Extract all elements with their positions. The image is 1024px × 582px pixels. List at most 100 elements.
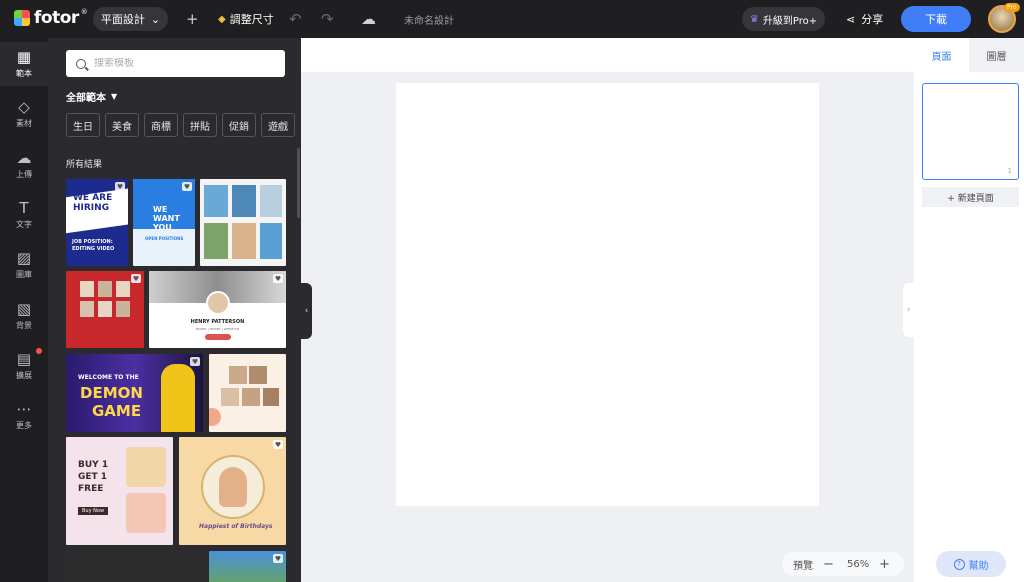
context-toolbar <box>301 38 914 72</box>
expand-right-panel-button[interactable]: › <box>903 283 914 337</box>
favorite-icon[interactable]: ♥ <box>190 357 200 366</box>
search-input[interactable] <box>94 58 264 69</box>
rail-item-background[interactable]: ▧ 背景 <box>0 294 48 338</box>
family-photo <box>263 388 279 406</box>
favorite-icon[interactable]: ♥ <box>273 440 283 449</box>
template-travel-collage[interactable] <box>200 179 286 266</box>
collage-photo <box>204 223 228 259</box>
cupcake-photo <box>126 447 166 487</box>
wall-photo <box>80 281 94 297</box>
zoom-out-button[interactable]: − <box>823 557 834 572</box>
favorite-icon[interactable]: ♥ <box>131 274 141 283</box>
rail-item-upload[interactable]: ☁ 上傳 <box>0 143 48 187</box>
download-button[interactable]: 下載 <box>901 6 971 32</box>
resize-button[interactable]: ◆ 調整尺寸 <box>218 11 274 27</box>
fotor-logo[interactable]: fotor ® <box>14 8 88 28</box>
logo-mark-icon <box>14 10 30 26</box>
wall-photo <box>80 301 94 317</box>
image-icon: ▨ <box>16 249 32 267</box>
panel-scrollbar[interactable] <box>297 148 300 218</box>
undo-icon[interactable]: ↶ <box>289 10 302 28</box>
family-photo <box>229 366 247 384</box>
chip-logo[interactable]: 商標 <box>144 113 178 137</box>
template-henry-patterson[interactable]: HENRY PATTERSON MODEL | TRAVEL | LIFESTY… <box>149 271 286 348</box>
cloud-save-icon[interactable]: ☁ <box>361 10 376 28</box>
page-thumbnail[interactable]: 1 <box>922 83 1019 180</box>
template-we-are-hiring[interactable]: WE ARE HIRING JOB POSITION: EDITING VIDE… <box>66 179 128 266</box>
chevron-left-icon: ‹ <box>304 306 309 316</box>
help-button[interactable]: ? 幫助 <box>936 551 1006 577</box>
preview-button[interactable]: 預覽 <box>793 557 813 572</box>
buy-line-1: BUY 1 <box>78 460 109 470</box>
buy-line-3: FREE <box>78 484 104 494</box>
chip-collage[interactable]: 拼貼 <box>183 113 217 137</box>
template-family-collage[interactable] <box>209 354 286 432</box>
rail-item-templates[interactable]: ▦ 範本 <box>0 42 48 86</box>
collapse-panel-button[interactable]: ‹ <box>301 283 312 339</box>
buy-now-label: Buy Now <box>78 507 109 515</box>
rail-label: 素材 <box>16 119 32 128</box>
redo-icon[interactable]: ↷ <box>321 10 334 28</box>
notification-dot <box>36 348 42 354</box>
want-title: WE WANT YOU <box>153 205 180 232</box>
left-rail: ▦ 範本 ◇ 素材 ☁ 上傳 T 文字 ▨ 圖庫 ▧ 背景 ▤ 擴展 ⋯ 更多 <box>0 38 48 582</box>
template-photo-wall[interactable]: ♥ <box>66 271 144 348</box>
design-type-dropdown[interactable]: 平面設計 ⌄ <box>93 7 168 31</box>
chip-birthday[interactable]: 生日 <box>66 113 100 137</box>
template-birthday-boy[interactable]: Happiest of Birthdays ♥ <box>179 437 286 545</box>
rail-label: 更多 <box>16 421 32 430</box>
chip-promo[interactable]: 促銷 <box>222 113 256 137</box>
design-type-label: 平面設計 <box>100 13 145 26</box>
favorite-icon[interactable]: ♥ <box>182 182 192 191</box>
template-we-want-you[interactable]: WE WANT YOU OPEN POSITIONS ♥ <box>133 179 195 266</box>
shapes-icon: ◇ <box>18 98 30 116</box>
template-partial-dark[interactable] <box>66 551 203 582</box>
apps-icon: ▤ <box>16 350 32 368</box>
chip-food[interactable]: 美食 <box>105 113 139 137</box>
favorite-icon[interactable]: ♥ <box>273 554 283 563</box>
rail-label: 文字 <box>16 220 32 229</box>
share-label: 分享 <box>861 13 884 26</box>
collage-photo <box>232 223 256 259</box>
rail-item-photos[interactable]: ▨ 圖庫 <box>0 243 48 287</box>
category-chips: 生日 美食 商標 拼貼 促銷 遊戲 <box>66 113 295 137</box>
tab-layers[interactable]: 圖層 <box>969 38 1024 72</box>
demon-line-1: WELCOME TO THE <box>78 374 139 381</box>
diamond-icon: ◆ <box>218 13 226 25</box>
results-label: 所有結果 <box>66 160 103 170</box>
download-label: 下載 <box>925 13 947 26</box>
zoom-level[interactable]: 56% <box>847 559 869 570</box>
add-icon[interactable]: + <box>186 10 199 28</box>
rail-item-more[interactable]: ⋯ 更多 <box>0 394 48 438</box>
zoom-in-button[interactable]: + <box>879 557 890 572</box>
template-partial-landscape[interactable]: ♥ <box>209 551 286 582</box>
new-page-button[interactable]: + 新建頁面 <box>922 187 1019 207</box>
all-templates-dropdown[interactable]: 全部範本 ▼ <box>66 89 117 104</box>
favorite-icon[interactable]: ♥ <box>273 274 283 283</box>
help-label: 幫助 <box>968 560 989 572</box>
rail-item-text[interactable]: T 文字 <box>0 193 48 237</box>
search-box[interactable] <box>66 50 285 77</box>
hiring-subtitle: JOB POSITION: EDITING VIDEO <box>72 239 115 252</box>
zoom-bar: 預覽 − 56% + <box>782 552 904 576</box>
rail-item-elements[interactable]: ◇ 素材 <box>0 92 48 136</box>
child-photo <box>219 467 247 507</box>
design-artboard[interactable] <box>396 83 819 506</box>
share-button[interactable]: ⋖ 分享 <box>846 11 883 27</box>
logo-text: fotor <box>34 8 79 28</box>
hiring-title: WE ARE HIRING <box>73 193 113 213</box>
wall-photo <box>98 281 112 297</box>
template-buy-one-get-one[interactable]: BUY 1 GET 1 FREE Buy Now <box>66 437 173 545</box>
text-icon: T <box>19 199 29 217</box>
upgrade-pro-button[interactable]: ♛ 升級到Pro+ <box>742 7 825 31</box>
wall-photo <box>116 301 130 317</box>
favorite-icon[interactable]: ♥ <box>115 182 125 191</box>
upload-icon: ☁ <box>16 149 32 167</box>
gamer-photo <box>161 364 195 432</box>
template-demon-game[interactable]: WELCOME TO THE DEMON GAME ♥ <box>66 354 203 432</box>
all-templates-label: 全部範本 <box>66 93 106 104</box>
tab-pages[interactable]: 頁面 <box>914 38 969 72</box>
rail-label: 擴展 <box>16 371 32 380</box>
document-name[interactable]: 未命名設計 <box>404 12 454 27</box>
chevron-right-icon[interactable]: › <box>277 119 282 133</box>
